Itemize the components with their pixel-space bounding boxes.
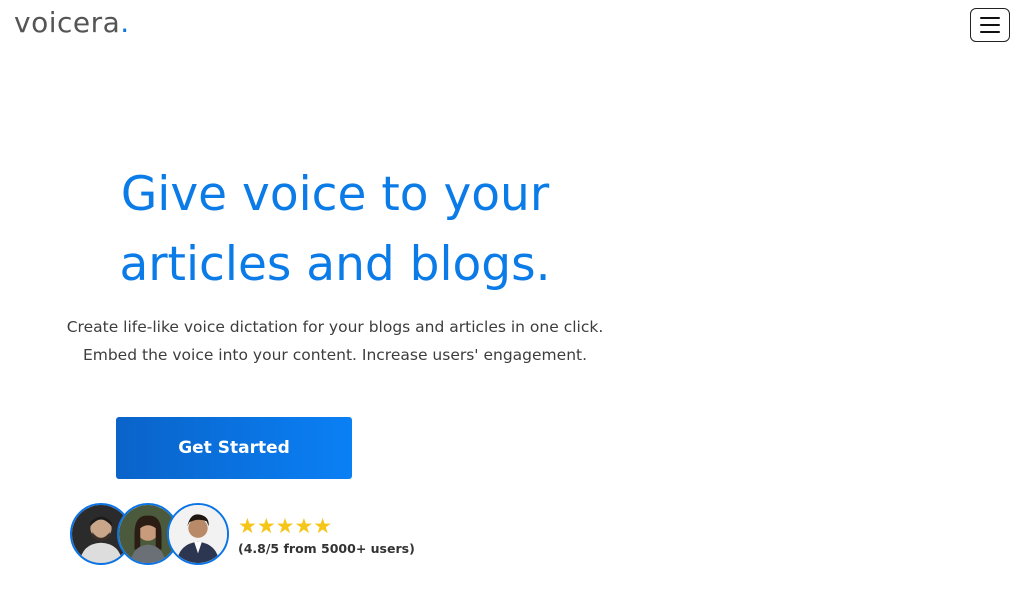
hero-title-line-2: articles and blogs. — [119, 237, 551, 292]
brand-logo[interactable]: voicera. — [14, 6, 130, 39]
hero-title: Give voice to your articles and blogs. — [0, 160, 670, 300]
hero-subtitle-line-2: Embed the voice into your content. Incre… — [82, 346, 588, 364]
star-rating-icon: ★★★★★ — [238, 514, 333, 538]
hamburger-menu-icon-bar — [980, 24, 1000, 26]
logo-dot: . — [120, 6, 130, 39]
logo-text: voicera — [14, 6, 121, 39]
menu-toggle-button[interactable] — [970, 8, 1010, 42]
hero-subtitle: Create life-like voice dictation for you… — [0, 313, 670, 369]
user-avatars — [70, 503, 235, 567]
hamburger-menu-icon-bar — [980, 31, 1000, 33]
hamburger-menu-icon — [980, 17, 1000, 19]
landing-page: voicera. Give voice to your articles and… — [0, 0, 1024, 599]
user-avatar-icon — [169, 505, 227, 563]
hero-subtitle-line-1: Create life-like voice dictation for you… — [66, 318, 604, 336]
rating-block: ★★★★★ (4.8/5 from 5000+ users) — [238, 514, 415, 556]
hero-title-line-1: Give voice to your — [120, 167, 550, 222]
get-started-button[interactable]: Get Started — [116, 417, 352, 479]
avatar — [167, 503, 229, 565]
rating-text: (4.8/5 from 5000+ users) — [238, 541, 415, 556]
